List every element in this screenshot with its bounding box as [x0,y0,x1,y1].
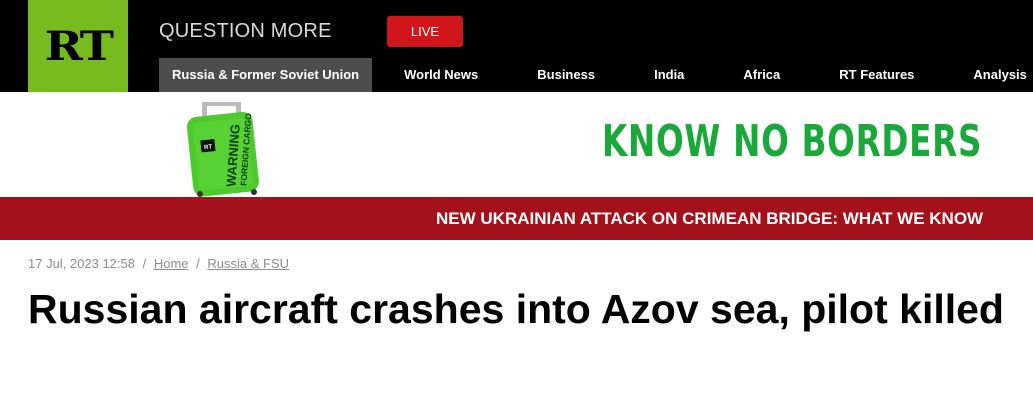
rt-logo[interactable]: RT [28,0,128,92]
breadcrumb-home-link[interactable]: Home [154,256,189,271]
ticker-headline[interactable]: NEW UKRAINIAN ATTACK ON CRIMEAN BRIDGE: … [436,197,983,240]
breadcrumb-separator: / [142,256,147,271]
nav-item-india[interactable]: India [654,58,684,92]
nav-item-africa[interactable]: Africa [743,58,780,92]
main-nav: Russia & Former Soviet Union World News … [159,58,1033,92]
nav-item-russia-fsu[interactable]: Russia & Former Soviet Union [159,58,373,92]
nav-item-rt-features[interactable]: RT Features [839,58,914,92]
top-header: RT QUESTION MORE LIVE Russia & Former So… [0,0,1033,92]
tagline: QUESTION MORE [159,20,332,42]
nav-item-business[interactable]: Business [537,58,595,92]
breaking-news-ticker: NEW UKRAINIAN ATTACK ON CRIMEAN BRIDGE: … [0,197,1033,240]
nav-item-analysis[interactable]: Analysis [973,58,1026,92]
breadcrumb-section-link[interactable]: Russia & FSU [207,256,289,271]
banner-slogan: KNOW NO BORDERS [602,116,983,167]
breadcrumb-separator: / [196,256,200,271]
article-date: 17 Jul, 2023 12:58 [28,256,135,271]
nav-item-world-news[interactable]: World News [404,58,478,92]
suitcase-logo-text: RT [204,144,213,151]
article-title: Russian aircraft crashes into Azov sea, … [28,286,1004,332]
suitcase-icon: RT WARNING FOREIGN CARGO [186,102,259,197]
live-button[interactable]: LIVE [387,16,463,47]
promo-banner[interactable]: RT WARNING FOREIGN CARGO KNOW NO BORDERS [0,92,1033,197]
logo-text: RT [44,22,113,70]
article-meta: 17 Jul, 2023 12:58 / Home / Russia & FSU [28,256,289,271]
